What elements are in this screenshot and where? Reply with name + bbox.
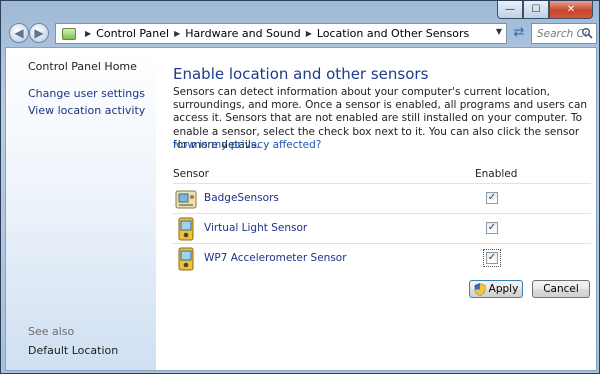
breadcrumb-separator-icon[interactable]: ▶ [85,29,91,38]
sensor-name[interactable]: Virtual Light Sensor [204,222,307,234]
maximize-button[interactable]: ☐ [523,1,549,19]
breadcrumb-separator-icon[interactable]: ▶ [306,29,312,38]
refresh-icon: ⇄ [513,25,525,40]
navigation-bar: ◀ ▶ ▶ Control Panel ▶ Hardware and Sound… [5,21,597,45]
main-content: Enable location and other sensors Sensor… [173,48,593,370]
sensor-row[interactable]: BadgeSensors ✓ [173,184,591,213]
search-icon[interactable] [581,27,593,39]
sensor-enabled-checkbox[interactable]: ✓ [486,222,498,234]
sensor-device-icon [178,247,194,271]
sensor-device-icon [175,190,197,209]
uac-shield-icon [474,282,485,296]
sidebar: Control Panel Home Change user settings … [6,48,156,370]
cancel-button[interactable]: Cancel [532,280,590,298]
apply-label: Apply [488,283,519,295]
sensor-enabled-checkbox[interactable]: ✓ [483,249,501,267]
caption-buttons: — ☐ ✕ [497,1,593,19]
sensor-name[interactable]: WP7 Accelerometer Sensor [204,252,347,264]
sidebar-view-location-activity[interactable]: View location activity [28,104,145,117]
sensor-name[interactable]: BadgeSensors [204,192,279,204]
close-button[interactable]: ✕ [549,1,593,19]
sensor-row[interactable]: WP7 Accelerometer Sensor ✓ [173,244,591,273]
window-frame: — ☐ ✕ ◀ ▶ ▶ Control Panel ▶ Hardware and… [0,0,600,374]
address-bar[interactable]: ▶ Control Panel ▶ Hardware and Sound ▶ L… [55,23,507,44]
breadcrumb-separator-icon[interactable]: ▶ [174,29,180,38]
page-title: Enable location and other sensors [173,65,429,83]
sensor-row[interactable]: Virtual Light Sensor ✓ [173,214,591,243]
minimize-button[interactable]: — [497,1,523,19]
sidebar-default-location[interactable]: Default Location [28,344,118,357]
back-button[interactable]: ◀ [9,23,29,43]
refresh-button[interactable]: ⇄ [511,25,527,41]
client-area: Control Panel Home Change user settings … [5,47,597,371]
forward-button[interactable]: ▶ [29,23,49,43]
privacy-link[interactable]: How is my privacy affected? [173,139,321,151]
sensor-device-icon [178,217,194,241]
control-panel-icon [62,27,76,40]
search-input[interactable]: Search Co... [531,23,597,44]
breadcrumb-location-and-other-sensors[interactable]: Location and Other Sensors [317,27,469,40]
sidebar-change-user-settings[interactable]: Change user settings [28,87,145,100]
column-header-enabled: Enabled [475,168,518,180]
search-placeholder: Search Co... [537,27,587,40]
checkmark-icon: ✓ [486,252,498,264]
sensor-enabled-checkbox[interactable]: ✓ [486,192,498,204]
column-header-sensor: Sensor [173,168,209,180]
apply-button[interactable]: Apply [469,280,523,298]
breadcrumb-control-panel[interactable]: Control Panel [96,27,169,40]
sidebar-control-panel-home[interactable]: Control Panel Home [28,60,137,73]
forward-arrow-icon: ▶ [34,26,44,40]
see-also-heading: See also [28,325,75,338]
address-dropdown-icon[interactable]: ▼ [496,27,502,36]
back-arrow-icon: ◀ [14,26,24,40]
breadcrumb-hardware-and-sound[interactable]: Hardware and Sound [185,27,300,40]
